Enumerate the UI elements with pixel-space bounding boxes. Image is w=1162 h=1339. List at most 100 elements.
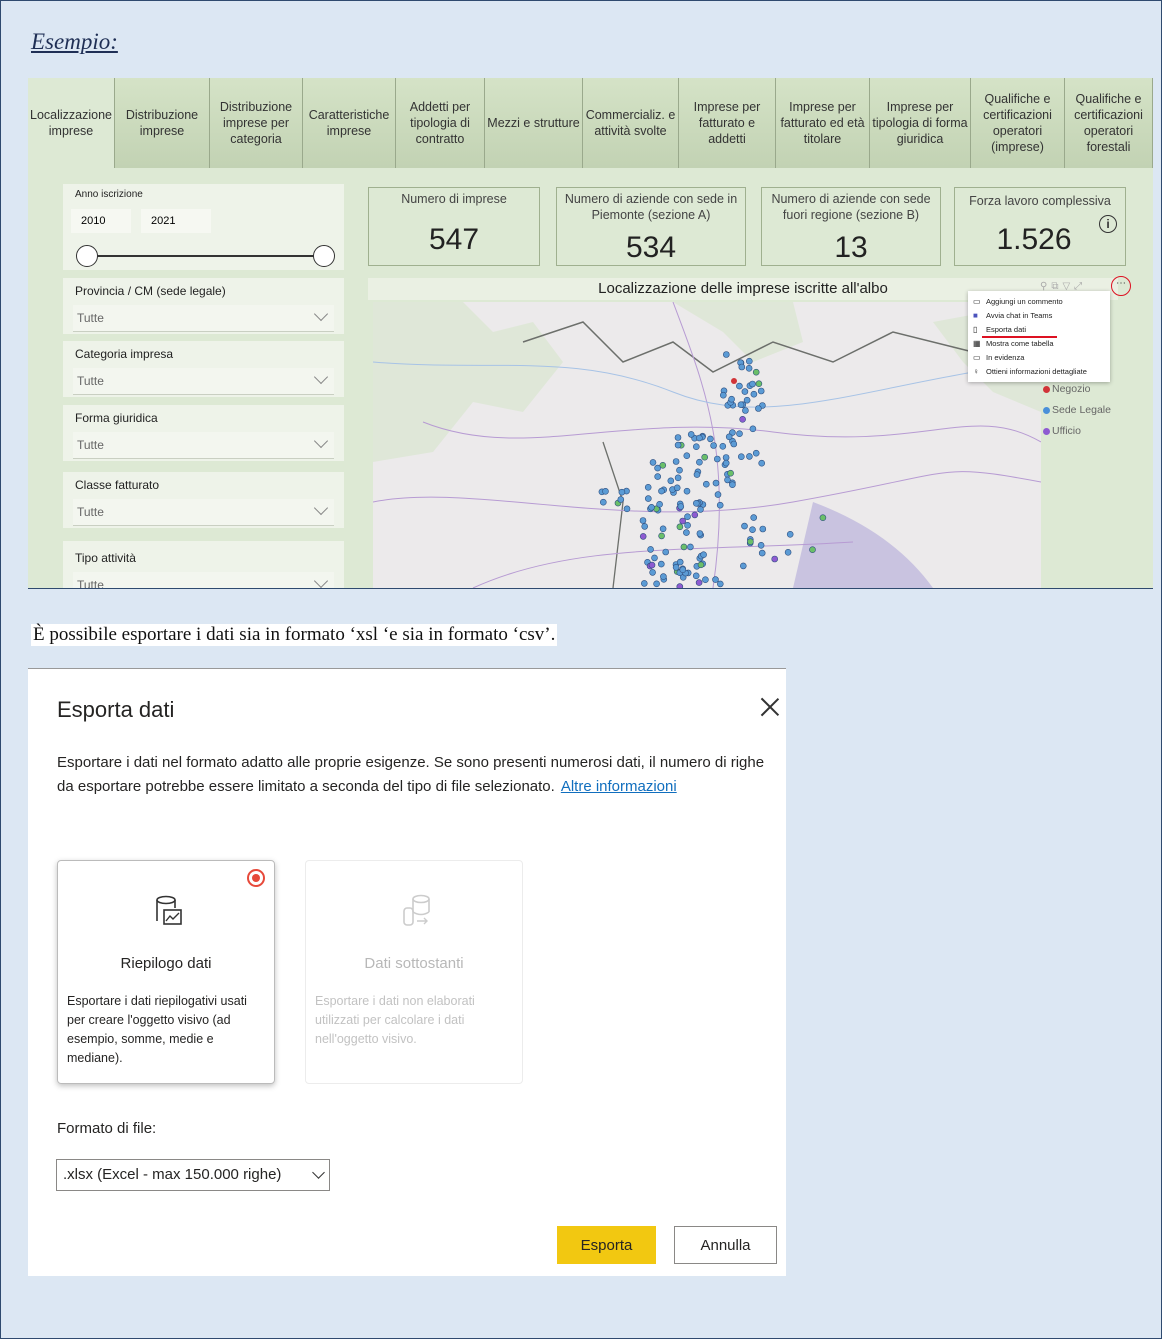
map-point (692, 572, 700, 580)
filter-provincia-select[interactable]: Tutte (73, 305, 334, 332)
map-point (600, 498, 607, 506)
tab-qualifiche-imprese[interactable]: Qualifiche e certificazioni operatori (i… (971, 78, 1065, 168)
year-slider-track (85, 255, 322, 257)
file-format-select[interactable]: .xlsx (Excel - max 150.000 righe) (56, 1159, 330, 1191)
legend-label: Ufficio (1052, 425, 1081, 437)
radio-selected[interactable] (247, 869, 265, 887)
map-point (617, 496, 625, 503)
map-point (687, 543, 694, 551)
map-point (676, 558, 684, 566)
map-point (739, 416, 746, 423)
map-point (639, 517, 647, 524)
filter-categoria-value: Tutte (77, 374, 104, 388)
menu-item-esporta-dati[interactable]: Esporta dati (986, 325, 1026, 334)
year-from-input[interactable]: 2010 (71, 209, 131, 233)
summary-data-icon (156, 895, 182, 925)
map-point (618, 488, 626, 496)
menu-item-avvia-chat[interactable]: Avvia chat in Teams (986, 311, 1052, 320)
tab-addetti-contratto[interactable]: Addetti per tipologia di contratto (396, 78, 485, 168)
tab-commercializzazione[interactable]: Commercializ. e attività svolte (583, 78, 679, 168)
year-to-input[interactable]: 2021 (141, 209, 211, 233)
map-point (771, 555, 779, 563)
menu-item-informazioni[interactable]: Ottieni informazioni dettagliate (986, 367, 1087, 376)
document-icon: ▯ (973, 325, 978, 334)
tab-fatturato-addetti[interactable]: Imprese per fatturato e addetti (679, 78, 776, 168)
map-point (747, 538, 754, 545)
map-point (674, 434, 682, 441)
tab-forma-giuridica[interactable]: Imprese per tipologia di forma giuridica (870, 78, 971, 168)
menu-item-in-evidenza[interactable]: In evidenza (986, 353, 1024, 362)
underlying-data-icon (403, 894, 430, 926)
tab-qualifiche-forestali[interactable]: Qualifiche e certificazioni operatori fo… (1065, 78, 1153, 168)
option-dati-sottostanti[interactable]: Dati sottostanti Esportare i dati non el… (305, 860, 523, 1084)
altre-informazioni-link[interactable]: Altre informazioni (561, 778, 677, 795)
tab-distribuzione-imprese[interactable]: Distribuzione imprese (115, 78, 210, 168)
map-point (712, 576, 719, 583)
filter-forma: Forma giuridica Tutte (63, 405, 344, 461)
map-legend: Negozio Sede Legale Ufficio (1043, 383, 1111, 446)
map-visual[interactable] (373, 302, 1041, 588)
comment-icon: ▭ (973, 297, 981, 306)
map-point (752, 368, 760, 376)
menu-item-aggiungi-commento[interactable]: Aggiungi un commento (986, 297, 1063, 306)
year-slider-end-handle[interactable] (313, 245, 335, 267)
filter-fatturato: Classe fatturato Tutte (63, 472, 344, 528)
legend-item-negozio: Negozio (1043, 383, 1111, 395)
option-riepilogo-dati[interactable]: Riepilogo dati Esportare i dati riepilog… (57, 860, 275, 1084)
map-point (683, 487, 691, 495)
kpi-value: 534 (625, 231, 677, 264)
kpi-numero-imprese: Numero di imprese 547 (368, 187, 540, 266)
map-point (738, 363, 746, 371)
map-point (684, 513, 691, 520)
export-button[interactable]: Esporta (557, 1226, 656, 1264)
map-point (707, 435, 714, 443)
map-point (656, 501, 663, 508)
map-point (684, 522, 691, 529)
map-point (658, 487, 665, 495)
map-point (702, 576, 709, 584)
map-point (674, 474, 682, 482)
filter-categoria-select[interactable]: Tutte (73, 368, 334, 395)
kpi-title: Numero di aziende con sede in Piemonte (… (564, 192, 738, 222)
tab-mezzi-strutture[interactable]: Mezzi e strutture (485, 78, 583, 168)
filter-tipo-select[interactable]: Tutte (73, 572, 334, 589)
map-point (746, 453, 753, 460)
info-icon[interactable]: i (1099, 215, 1117, 233)
map-point (673, 484, 681, 492)
tab-caratteristiche-imprese[interactable]: Caratteristiche imprese (303, 78, 396, 168)
map-point (724, 476, 731, 484)
map-point (660, 573, 667, 580)
export-paragraph: È possibile esportare i dati sia in form… (31, 624, 558, 646)
year-slider-start-handle[interactable] (76, 245, 98, 267)
cancel-button[interactable]: Annulla (674, 1226, 777, 1264)
year-slicer: Anno iscrizione 2010 2021 (63, 184, 344, 270)
chevron-down-icon (313, 369, 329, 385)
filter-tipo-value: Tutte (77, 578, 104, 589)
filter-fatturato-select[interactable]: Tutte (73, 499, 334, 526)
map-point (659, 525, 667, 533)
filter-provincia-value: Tutte (77, 311, 104, 325)
chevron-down-icon (313, 573, 329, 588)
map-point (749, 425, 757, 433)
map-point (722, 351, 730, 358)
tab-localizzazione-imprese[interactable]: Localizzazione imprese (28, 78, 115, 168)
map-point (757, 542, 765, 549)
kpi-title: Numero di aziende con sede fuori regione… (771, 192, 931, 222)
highlight-underline (982, 336, 1057, 338)
legend-swatch (1043, 385, 1050, 393)
kpi-title: Forza lavoro complessiva (969, 194, 1111, 208)
menu-item-mostra-tabella[interactable]: Mostra come tabella (986, 339, 1054, 348)
filter-forma-select[interactable]: Tutte (73, 432, 334, 459)
tab-fatturato-eta[interactable]: Imprese per fatturato ed età titolare (776, 78, 870, 168)
map-point (752, 449, 760, 457)
map-point (784, 549, 792, 556)
tab-distribuzione-categoria[interactable]: Distribuzione imprese per categoria (210, 78, 303, 168)
more-options-icon[interactable]: ⋯ (1111, 276, 1131, 296)
map-point (755, 380, 763, 387)
map-point (729, 481, 736, 488)
map-point (716, 580, 724, 588)
chevron-down-icon (313, 500, 329, 516)
map-point (683, 529, 690, 536)
close-icon[interactable] (760, 697, 780, 717)
map-point (683, 452, 691, 459)
